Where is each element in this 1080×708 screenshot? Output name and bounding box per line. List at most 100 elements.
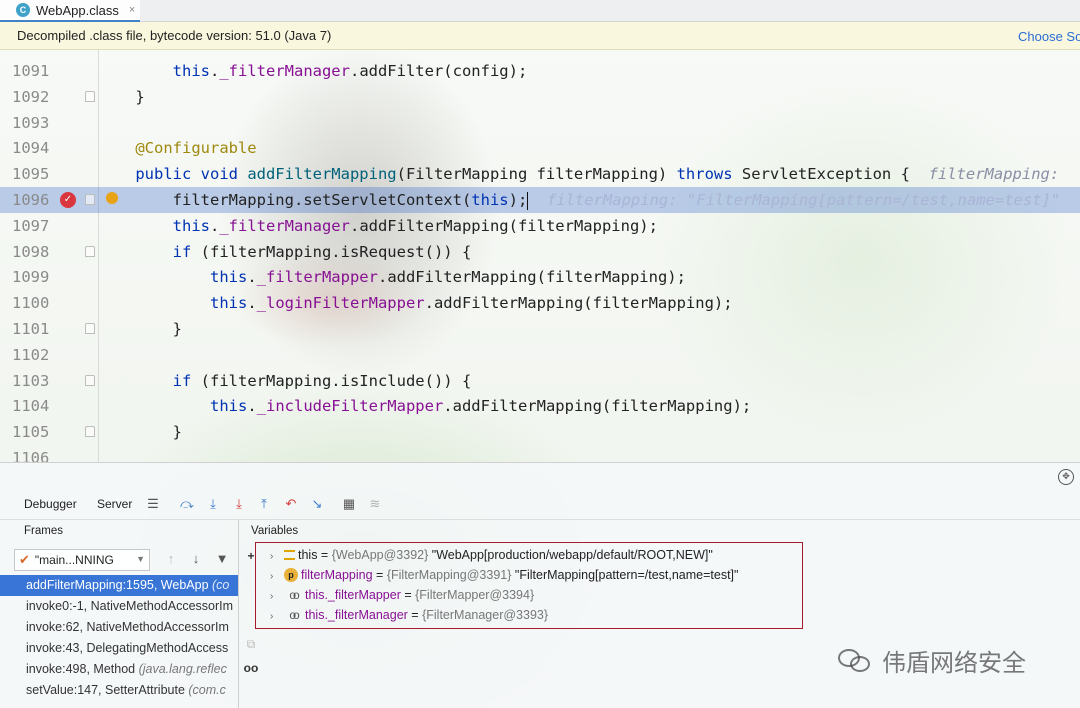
code-line[interactable]: 1100 this._loginFilterMapper.addFilterMa…	[0, 290, 1080, 316]
line-number[interactable]: 1091	[12, 58, 52, 84]
trace-icon[interactable]: ≋	[366, 495, 384, 513]
copy-icon[interactable]: ⧉	[242, 637, 260, 652]
glasses-icon[interactable]: oo	[242, 661, 260, 675]
code-text[interactable]: this._filterManager.addFilter(config);	[98, 58, 528, 84]
code-line[interactable]: 1103 if (filterMapping.isInclude()) {	[0, 368, 1080, 394]
line-number[interactable]: 1093	[12, 110, 52, 136]
breakpoint-icon[interactable]: ✓	[60, 192, 76, 208]
code-text[interactable]: }	[98, 316, 182, 342]
equals-sign: =	[317, 548, 332, 562]
line-number[interactable]: 1094	[12, 135, 52, 161]
arrow-up-icon[interactable]: ↑	[163, 551, 179, 566]
frame-item[interactable]: invoke0:-1, NativeMethodAccessorIm	[0, 596, 238, 617]
line-number[interactable]: 1100	[12, 290, 52, 316]
code-line[interactable]: 1091 this._filterManager.addFilter(confi…	[0, 58, 1080, 84]
code-line[interactable]: 1097 this._filterManager.addFilterMappin…	[0, 213, 1080, 239]
code-line[interactable]: 1102	[0, 342, 1080, 368]
code-text[interactable]: }	[98, 419, 182, 445]
arrow-down-icon[interactable]: ↓	[188, 551, 204, 566]
line-number[interactable]: 1099	[12, 264, 52, 290]
fold-marker-icon[interactable]	[85, 194, 95, 205]
line-number[interactable]: 1106	[12, 445, 52, 462]
code-token: _filterManager	[219, 62, 350, 80]
code-text[interactable]: @Configurable	[98, 135, 257, 161]
expand-arrow-icon[interactable]: ›	[270, 547, 282, 567]
close-icon[interactable]: ×	[129, 4, 135, 16]
force-step-into-icon[interactable]: ⤓	[230, 495, 248, 513]
drop-frame-icon[interactable]: ↶	[282, 495, 300, 513]
frame-item[interactable]: invoke:43, DelegatingMethodAccess	[0, 638, 238, 659]
watermark-text: 伟盾网络安全	[882, 648, 1026, 677]
frames-header: Frames	[24, 525, 63, 537]
evaluate-expression-icon[interactable]: ▦	[340, 495, 358, 513]
variable-row[interactable]: › p filterMapping = {FilterMapping@3391} "…	[270, 565, 738, 585]
tab-webapp-class[interactable]: C WebApp.class ×	[0, 0, 140, 22]
code-line[interactable]: 1099 this._filterMapper.addFilterMapping…	[0, 264, 1080, 290]
line-number[interactable]: 1105	[12, 419, 52, 445]
line-number[interactable]: 1104	[12, 393, 52, 419]
expand-arrow-icon[interactable]: ›	[270, 567, 282, 587]
frame-item[interactable]: setValue:147, SetterAttribute (com.c	[0, 680, 238, 701]
frame-item[interactable]: invoke:498, Method (java.lang.reflec	[0, 659, 238, 680]
run-to-cursor-icon[interactable]: ↘	[308, 495, 326, 513]
fold-marker-icon[interactable]	[85, 426, 95, 438]
tab-server[interactable]: Server	[97, 497, 132, 511]
code-text[interactable]: if (filterMapping.isRequest()) {	[98, 239, 472, 265]
line-number[interactable]: 1092	[12, 84, 52, 110]
frames-list[interactable]: addFilterMapping:1595, WebApp (co invoke0…	[0, 575, 238, 701]
code-line[interactable]: 1104 this._includeFilterMapper.addFilter…	[0, 393, 1080, 419]
tab-debugger[interactable]: Debugger	[24, 497, 77, 511]
code-text[interactable]: this._filterManager.addFilterMapping(fil…	[98, 213, 658, 239]
code-text[interactable]: this._loginFilterMapper.addFilterMapping…	[98, 290, 733, 316]
fold-marker-icon[interactable]	[85, 90, 95, 102]
line-number[interactable]: 1101	[12, 316, 52, 342]
code-line[interactable]: 1105 }	[0, 419, 1080, 445]
line-number[interactable]: 1097	[12, 213, 52, 239]
menu-icon[interactable]: ☰	[144, 495, 162, 513]
variable-row[interactable]: › this = {WebApp@3392} "WebApp[production…	[270, 545, 713, 565]
code-text[interactable]: this._filterMapper.addFilterMapping(filt…	[98, 264, 686, 290]
code-editor[interactable]: 1091 this._filterManager.addFilter(confi…	[0, 50, 1080, 462]
fold-marker-icon[interactable]	[85, 374, 95, 386]
layout-settings-icon[interactable]: ✥	[1058, 469, 1074, 485]
filter-icon[interactable]: ▼	[214, 551, 230, 566]
choose-sources-link[interactable]: Choose So	[1018, 29, 1080, 44]
editor-tab-bar: C WebApp.class ×	[0, 0, 1080, 22]
frame-package: (java.lang.reflec	[138, 662, 227, 676]
line-number[interactable]: 1102	[12, 342, 52, 368]
variable-row[interactable]: › oo this._filterMapper = {FilterMapper@33…	[270, 585, 534, 605]
step-into-icon[interactable]: ⤓	[204, 495, 222, 513]
step-out-icon[interactable]: ⤒	[255, 495, 273, 513]
line-number[interactable]: 1098	[12, 239, 52, 265]
step-over-icon[interactable]: ⤼	[178, 495, 196, 513]
line-number[interactable]: 1103	[12, 368, 52, 394]
current-execution-line[interactable]: 1096 ✓ filterMapping.setServletContext(th…	[0, 187, 1080, 213]
line-number[interactable]: 1096	[12, 187, 52, 213]
code-line[interactable]: 1094 @Configurable	[0, 135, 1080, 161]
code-line[interactable]: 1101 }	[0, 316, 1080, 342]
variable-row[interactable]: › oo this._filterManager = {FilterManager@…	[270, 605, 548, 625]
fold-marker-icon[interactable]	[85, 323, 95, 334]
code-line[interactable]: 1092 }	[0, 84, 1080, 110]
panel-divider[interactable]	[238, 520, 239, 708]
frame-item[interactable]: addFilterMapping:1595, WebApp (co	[0, 575, 238, 596]
expand-arrow-icon[interactable]: ›	[270, 587, 282, 607]
chevron-down-icon: ▼	[136, 554, 145, 564]
fold-marker-icon[interactable]	[85, 245, 95, 257]
code-text[interactable]: }	[98, 84, 144, 110]
code-line[interactable]: 1098 if (filterMapping.isRequest()) {	[0, 239, 1080, 265]
frame-item[interactable]: invoke:62, NativeMethodAccessorIm	[0, 617, 238, 638]
code-text[interactable]: filterMapping.setServletContext(this); f…	[98, 187, 1060, 213]
code-line[interactable]: 1095 public void addFilterMapping(Filter…	[0, 161, 1080, 187]
code-text[interactable]: public void addFilterMapping(FilterMappi…	[98, 161, 1069, 187]
thread-selector[interactable]: ✔ "main...NNING ▼	[14, 549, 150, 571]
class-file-icon: C	[16, 3, 30, 17]
code-text[interactable]: this._includeFilterMapper.addFilterMappi…	[98, 393, 751, 419]
code-token: @Configurable	[135, 139, 257, 158]
code-line[interactable]: 1106	[0, 445, 1080, 462]
expand-arrow-icon[interactable]: ›	[270, 607, 282, 627]
code-text[interactable]: if (filterMapping.isInclude()) {	[98, 368, 472, 394]
line-number[interactable]: 1095	[12, 161, 52, 187]
code-line[interactable]: 1093	[0, 110, 1080, 136]
